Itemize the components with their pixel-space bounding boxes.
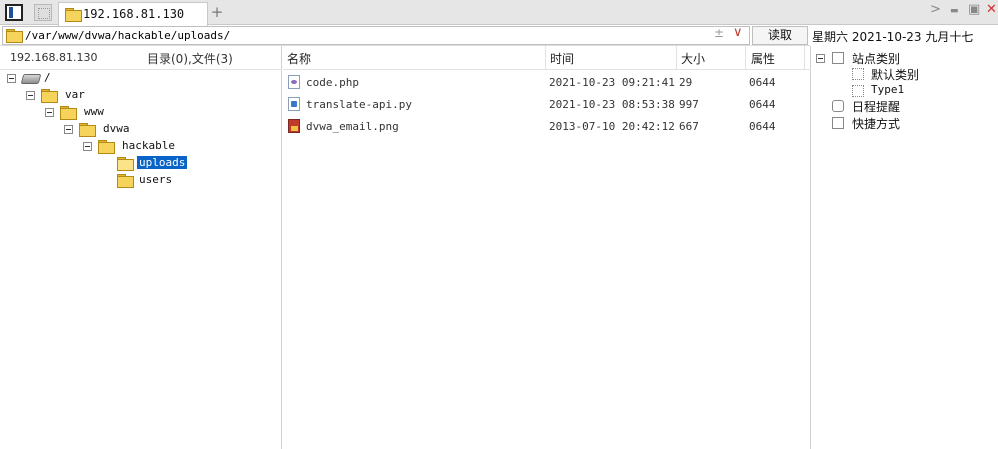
folder-icon [65, 8, 82, 22]
tree-node-label: uploads [137, 156, 188, 169]
file-size: 667 [679, 120, 699, 133]
collapse-icon[interactable] [83, 142, 92, 151]
file-row[interactable]: dvwa_email.png 2013-07-10 20:42:12 667 0… [283, 116, 811, 138]
window-controls: > ▬ ▣ ✕ [928, 2, 998, 22]
file-row[interactable]: code.php 2021-10-23 09:21:41 29 0644 [283, 72, 811, 94]
file-list-panel: 名称 时间 大小 属性 code.php 2021-10-23 09:21:41… [283, 46, 811, 449]
folder-icon [6, 29, 23, 43]
sort-icon[interactable]: ± [714, 26, 724, 40]
column-header-time[interactable]: 时间 [550, 50, 574, 67]
column-divider[interactable] [745, 46, 746, 70]
blank-tab-icon[interactable] [34, 4, 52, 21]
column-divider[interactable] [545, 46, 546, 70]
path-field[interactable] [2, 26, 750, 45]
folder-open-icon [117, 157, 134, 171]
php-file-icon [288, 75, 300, 89]
column-header-size[interactable]: 大小 [681, 50, 705, 67]
tree-node-schedule[interactable]: 日程提醒 [812, 98, 998, 115]
collapse-icon[interactable] [26, 91, 35, 100]
folder-icon [41, 89, 58, 103]
tree-node-label: dvwa [103, 122, 130, 135]
tree-node-label: / [44, 71, 51, 84]
chevron-down-icon[interactable]: ∨ [733, 25, 743, 40]
file-attributes: 0644 [749, 76, 776, 89]
image-file-icon [288, 119, 300, 133]
site-category-label: 站点类别 [852, 52, 901, 66]
collapse-icon[interactable] [816, 54, 825, 63]
column-header-attributes[interactable]: 属性 [751, 50, 775, 67]
folder-icon [60, 106, 77, 120]
tree-node-shortcuts[interactable]: 快捷方式 [812, 115, 998, 132]
tab-bar: 192.168.81.130 + > ▬ ▣ ✕ [0, 0, 998, 26]
file-attributes: 0644 [749, 98, 776, 111]
tree-header: 192.168.81.130 目录(0),文件(3) [0, 46, 282, 70]
folder-icon [79, 123, 96, 137]
path-bar: ± ∨ 读取 [0, 25, 810, 46]
file-size: 997 [679, 98, 699, 111]
category-item-icon [852, 68, 864, 80]
category-icon [832, 52, 844, 64]
host-label: 192.168.81.130 [10, 51, 98, 64]
file-time: 2013-07-10 20:42:12 [549, 120, 675, 133]
category-item-icon [852, 85, 864, 97]
file-name: code.php [306, 76, 359, 89]
collapse-icon[interactable] [64, 125, 73, 134]
read-button[interactable]: 读取 [752, 26, 808, 45]
file-attributes: 0644 [749, 120, 776, 133]
drive-icon [20, 72, 42, 84]
tree-node-site-category[interactable]: 站点类别 [812, 50, 998, 67]
calendar-icon [832, 100, 844, 112]
folder-icon [117, 174, 134, 188]
collapse-icon[interactable] [45, 108, 54, 117]
default-category-label: 默认类别 [871, 68, 920, 82]
directory-tree-panel: 192.168.81.130 目录(0),文件(3) / var www dvw… [0, 46, 282, 449]
python-file-icon [288, 97, 300, 111]
file-time: 2021-10-23 08:53:38 [549, 98, 675, 111]
tree-node-label: www [84, 105, 104, 118]
date-display: 星期六 2021-10-23 九月十七 [812, 30, 974, 44]
bookmark-panel: 站点类别 默认类别 Type1 日程提醒 快捷方式 [812, 46, 998, 449]
minimize-icon[interactable]: ▬ [950, 6, 959, 16]
file-list-header: 名称 时间 大小 属性 [283, 46, 811, 70]
tree-node-label: users [139, 173, 173, 186]
add-tab-button[interactable]: + [210, 3, 224, 21]
tree-node-label: hackable [122, 139, 175, 152]
close-icon[interactable]: ✕ [986, 2, 997, 17]
tree-node-label: var [65, 88, 85, 101]
file-row[interactable]: translate-api.py 2021-10-23 08:53:38 997… [283, 94, 811, 116]
tab-host[interactable]: 192.168.81.130 [58, 2, 208, 26]
file-time: 2021-10-23 09:21:41 [549, 76, 675, 89]
chevron-right-icon[interactable]: > [930, 2, 941, 17]
folder-icon [98, 140, 115, 154]
file-size: 29 [679, 76, 693, 89]
tab-label: 192.168.81.130 [83, 7, 185, 21]
collapse-icon[interactable] [7, 74, 16, 83]
shortcut-icon [832, 117, 844, 129]
schedule-label: 日程提醒 [852, 100, 901, 114]
panel-toggle-icon[interactable] [5, 4, 23, 21]
file-name: translate-api.py [306, 98, 412, 111]
tree-node-default-category[interactable]: 默认类别 [812, 66, 998, 83]
item-counts: 目录(0),文件(3) [147, 52, 233, 66]
type1-label: Type1 [871, 83, 905, 96]
shortcuts-label: 快捷方式 [852, 117, 901, 131]
maximize-icon[interactable]: ▣ [968, 2, 980, 17]
column-divider[interactable] [804, 46, 805, 70]
path-input[interactable] [25, 28, 705, 43]
file-name: dvwa_email.png [306, 120, 399, 133]
column-header-name[interactable]: 名称 [287, 50, 311, 67]
column-divider[interactable] [676, 46, 677, 70]
